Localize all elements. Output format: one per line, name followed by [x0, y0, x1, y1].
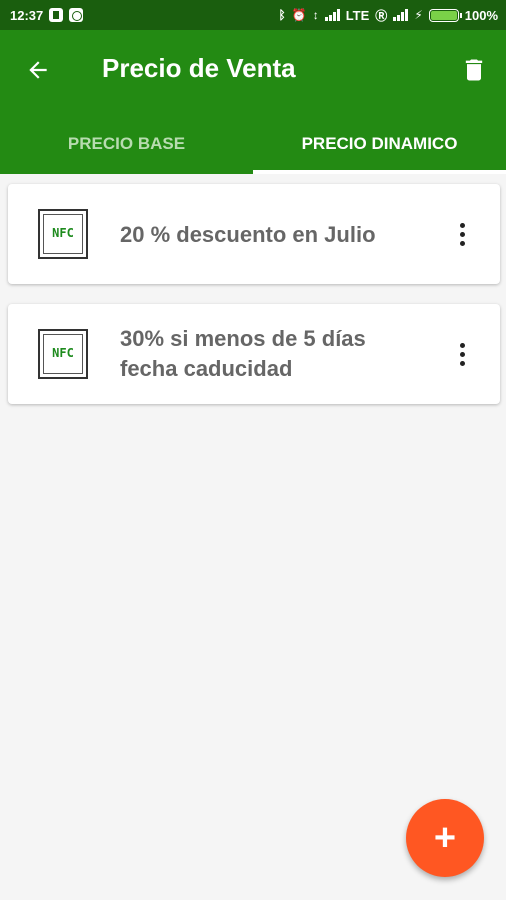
- more-vert-icon-dot: [459, 222, 465, 228]
- status-bar-right: ᛒ ⏰ ↕ LTE Ⓡ ⚡ 100%: [279, 7, 498, 24]
- nfc-icon: NFC: [38, 209, 88, 259]
- notification-whatsapp-icon: [69, 8, 84, 22]
- more-vert-icon-dot: [459, 360, 465, 366]
- nfc-icon-label: NFC: [52, 226, 74, 240]
- tab-precio-base[interactable]: PRECIO BASE: [0, 114, 253, 174]
- arrow-left-icon: [29, 61, 47, 79]
- alarm-icon: ⏰: [291, 8, 307, 22]
- page-title: Precio de Venta: [102, 53, 296, 83]
- status-bar: 12:37 ᛒ ⏰ ↕ LTE Ⓡ ⚡ 100%: [0, 0, 506, 30]
- battery-icon: [428, 8, 462, 22]
- plus-icon: +: [433, 816, 457, 859]
- notification-document-icon: [49, 8, 64, 22]
- delete-button[interactable]: [458, 54, 490, 86]
- list-item[interactable]: NFC 20 % descuento en Julio: [8, 184, 500, 284]
- bluetooth-icon: ᛒ: [278, 8, 286, 22]
- more-vert-icon-dot: [459, 231, 465, 237]
- tab-bar: PRECIO BASE PRECIO DINAMICO: [0, 114, 506, 174]
- signal-icon: [324, 9, 340, 21]
- more-options-button[interactable]: [452, 219, 472, 249]
- battery-level: 100%: [464, 7, 498, 23]
- nfc-icon: NFC: [38, 329, 88, 379]
- more-vert-icon-dot: [459, 342, 465, 348]
- app-bar: Precio de Venta PRECIO BASE PRECIO DINAM…: [0, 30, 506, 174]
- more-options-button[interactable]: [452, 339, 472, 369]
- signal-icon-2: [393, 9, 409, 21]
- network-type: LTE: [345, 7, 370, 23]
- list-item-text: 20 % descuento en Julio: [120, 222, 376, 247]
- more-vert-icon-dot: [459, 240, 465, 246]
- list-item-text: 30% si menos de 5 días fecha caducidad: [120, 326, 366, 381]
- more-vert-icon-dot: [459, 351, 465, 357]
- roaming-icon: Ⓡ: [375, 8, 388, 23]
- vibrate-icon: ↕: [312, 8, 319, 22]
- status-time: 12:37: [10, 7, 44, 23]
- trash-icon: [465, 59, 483, 81]
- back-button[interactable]: [22, 54, 54, 86]
- nfc-icon-label: NFC: [52, 346, 74, 360]
- charging-icon: ⚡: [414, 8, 423, 22]
- toolbar: Precio de Venta: [0, 30, 506, 110]
- price-rule-list: NFC 20 % descuento en Julio NFC 30% si m…: [8, 184, 500, 424]
- status-bar-left: 12:37: [10, 7, 84, 23]
- list-item[interactable]: NFC 30% si menos de 5 días fecha caducid…: [8, 304, 500, 404]
- tab-precio-dinamico[interactable]: PRECIO DINAMICO: [253, 114, 506, 174]
- add-button[interactable]: +: [406, 799, 484, 877]
